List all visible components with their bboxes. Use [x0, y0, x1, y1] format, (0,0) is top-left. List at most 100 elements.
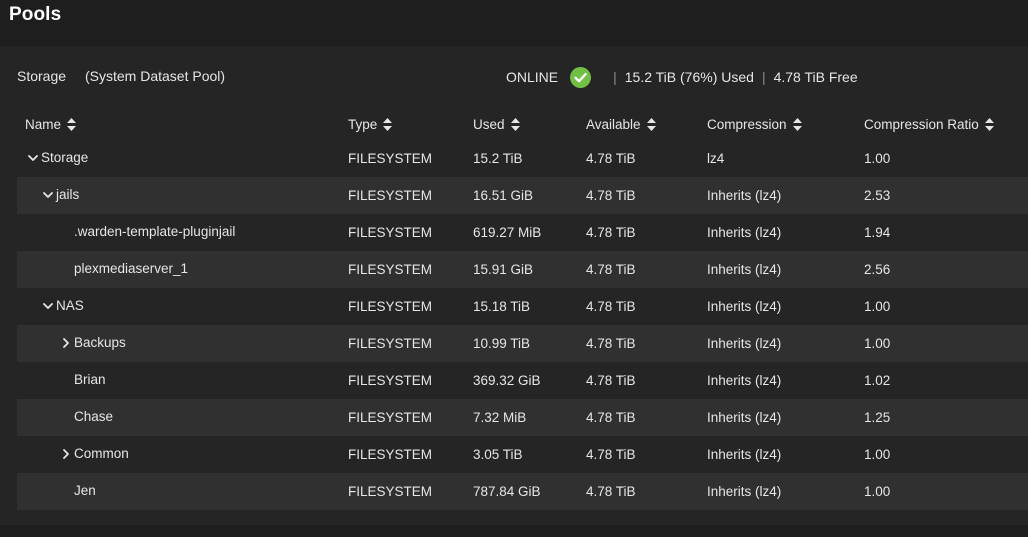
dataset-name-cell: Storage	[27, 150, 88, 165]
column-header-compression[interactable]: Compression	[707, 117, 802, 132]
dataset-name: .warden-template-pluginjail	[74, 224, 236, 239]
dataset-ratio-cell: 1.02	[864, 373, 891, 388]
column-header-label: Type	[348, 117, 378, 132]
dataset-used-cell: 16.51 GiB	[473, 188, 534, 203]
dataset-available-cell: 4.78 TiB	[586, 262, 636, 277]
dataset-name: Jen	[74, 483, 96, 498]
table-header: Name Type Used Available Compression Compress…	[17, 108, 1028, 140]
table-body: Storage FILESYSTEM 15.2 TiB 4.78 TiB lz4 1.00…	[17, 140, 1028, 510]
table-row[interactable]: Common FILESYSTEM 3.05 TiB 4.78 TiB Inherits…	[17, 436, 1028, 473]
dataset-name: Brian	[74, 372, 106, 387]
dataset-name: Storage	[41, 150, 89, 165]
table-row[interactable]: Brian FILESYSTEM 369.32 GiB 4.78 TiB Inherit…	[17, 362, 1028, 399]
footer-strip	[0, 525, 1028, 537]
dataset-name-cell: plexmediaserver_1	[60, 261, 188, 276]
column-header-type[interactable]: Type	[348, 117, 393, 132]
dataset-name-cell: Brian	[60, 372, 106, 387]
dataset-used-cell: 15.91 GiB	[473, 262, 534, 277]
dataset-name: Backups	[74, 335, 126, 350]
dataset-compression-cell: Inherits (lz4)	[707, 410, 782, 425]
table-row[interactable]: Jen FILESYSTEM 787.84 GiB 4.78 TiB Inherits …	[17, 473, 1028, 510]
dataset-used-cell: 619.27 MiB	[473, 225, 542, 240]
dataset-name-cell: NAS	[42, 298, 84, 313]
dataset-name: NAS	[56, 298, 84, 313]
chevron-right-icon[interactable]	[60, 337, 72, 349]
column-header-label: Available	[586, 117, 641, 132]
sort-icon[interactable]	[510, 118, 520, 131]
dataset-type-cell: FILESYSTEM	[348, 262, 433, 277]
dataset-name-cell: Chase	[60, 409, 113, 424]
table-row[interactable]: jails FILESYSTEM 16.51 GiB 4.78 TiB Inherits…	[17, 177, 1028, 214]
dataset-available-cell: 4.78 TiB	[586, 188, 636, 203]
dataset-ratio-cell: 1.94	[864, 225, 891, 240]
dataset-used-cell: 15.2 TiB	[473, 151, 523, 166]
table-row[interactable]: Storage FILESYSTEM 15.2 TiB 4.78 TiB lz4 1.00	[17, 140, 1028, 177]
pool-free: 4.78 TiB Free	[773, 69, 858, 85]
dataset-type-cell: FILESYSTEM	[348, 299, 433, 314]
dataset-used-cell: 15.18 TiB	[473, 299, 531, 314]
dataset-compression-cell: Inherits (lz4)	[707, 299, 782, 314]
dataset-ratio-cell: 2.53	[864, 188, 891, 203]
dataset-name-cell: jails	[42, 187, 79, 202]
column-header-label: Used	[473, 117, 505, 132]
column-header-available[interactable]: Available	[586, 117, 656, 132]
chevron-down-icon[interactable]	[27, 152, 39, 164]
column-header-used[interactable]: Used	[473, 117, 520, 132]
sort-icon[interactable]	[646, 118, 656, 131]
system-dataset-pool-tag: (System Dataset Pool)	[85, 68, 226, 84]
dataset-compression-cell: Inherits (lz4)	[707, 447, 782, 462]
dataset-type-cell: FILESYSTEM	[348, 373, 433, 388]
dataset-name-cell: Common	[60, 446, 129, 461]
column-header-label: Name	[25, 117, 62, 132]
column-header-label: Compression	[707, 117, 787, 132]
dataset-type-cell: FILESYSTEM	[348, 484, 433, 499]
dataset-ratio-cell: 1.25	[864, 410, 891, 425]
table-row[interactable]: Backups FILESYSTEM 10.99 TiB 4.78 TiB Inheri…	[17, 325, 1028, 362]
dataset-ratio-cell: 2.56	[864, 262, 891, 277]
dataset-ratio-cell: 1.00	[864, 336, 891, 351]
chevron-right-icon[interactable]	[60, 448, 72, 460]
dataset-type-cell: FILESYSTEM	[348, 336, 433, 351]
dataset-available-cell: 4.78 TiB	[586, 484, 636, 499]
page-title: Pools	[9, 4, 62, 25]
dataset-name: plexmediaserver_1	[74, 261, 189, 276]
table-row[interactable]: plexmediaserver_1 FILESYSTEM 15.91 GiB 4.78…	[17, 251, 1028, 288]
sort-icon[interactable]	[383, 118, 393, 131]
dataset-name: Chase	[74, 409, 114, 424]
dataset-available-cell: 4.78 TiB	[586, 447, 636, 462]
dataset-name: jails	[56, 187, 80, 202]
dataset-compression-cell: Inherits (lz4)	[707, 225, 782, 240]
chevron-down-icon[interactable]	[42, 300, 54, 312]
table-row[interactable]: NAS FILESYSTEM 15.18 TiB 4.78 TiB Inherits (…	[17, 288, 1028, 325]
dataset-available-cell: 4.78 TiB	[586, 151, 636, 166]
dataset-name-cell: Backups	[60, 335, 126, 350]
dataset-ratio-cell: 1.00	[864, 447, 891, 462]
dataset-compression-cell: Inherits (lz4)	[707, 373, 782, 388]
pool-status-summary: ONLINE | 15.2 TiB (76%) Used | 4.78 TiB …	[506, 66, 858, 88]
separator: |	[613, 69, 617, 85]
dataset-type-cell: FILESYSTEM	[348, 225, 433, 240]
table-row[interactable]: .warden-template-pluginjail FILESYSTEM 619…	[17, 214, 1028, 251]
dataset-type-cell: FILESYSTEM	[348, 151, 433, 166]
column-header-name[interactable]: Name	[25, 117, 77, 132]
dataset-name: Common	[74, 446, 129, 461]
dataset-available-cell: 4.78 TiB	[586, 225, 636, 240]
dataset-used-cell: 3.05 TiB	[473, 447, 523, 462]
column-header-label: Compression Ratio	[864, 117, 979, 132]
dataset-name-cell: Jen	[60, 483, 96, 498]
sort-icon[interactable]	[984, 118, 994, 131]
dataset-type-cell: FILESYSTEM	[348, 188, 433, 203]
table-row[interactable]: Chase FILESYSTEM 7.32 MiB 4.78 TiB Inherits …	[17, 399, 1028, 436]
dataset-compression-cell: lz4	[707, 151, 725, 166]
pool-card: Storage (System Dataset Pool) ONLINE | 1…	[0, 46, 1028, 525]
column-header-ratio[interactable]: Compression Ratio	[864, 117, 994, 132]
sort-icon[interactable]	[67, 118, 77, 131]
pool-status-text: ONLINE	[506, 69, 559, 85]
sort-icon[interactable]	[792, 118, 802, 131]
check-circle-icon	[570, 66, 592, 88]
chevron-down-icon[interactable]	[42, 189, 54, 201]
dataset-ratio-cell: 1.00	[864, 299, 891, 314]
dataset-ratio-cell: 1.00	[864, 151, 891, 166]
dataset-table: Name Type Used Available Compression Compress…	[17, 108, 1028, 510]
dataset-available-cell: 4.78 TiB	[586, 336, 636, 351]
